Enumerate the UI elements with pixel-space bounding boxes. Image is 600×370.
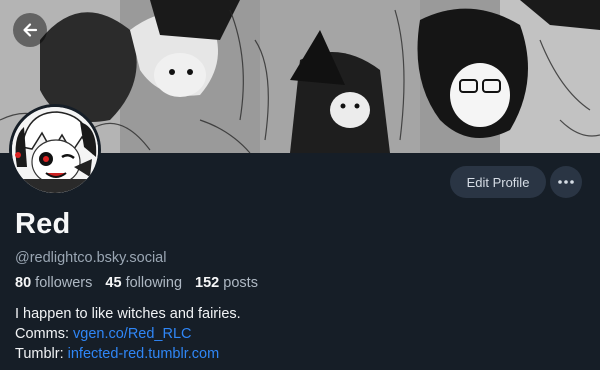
tumblr-label: Tumblr: (15, 346, 64, 362)
tumblr-link[interactable]: infected-red.tumblr.com (68, 346, 220, 362)
avatar[interactable] (9, 104, 101, 196)
followers-stat[interactable]: 80 followers (15, 275, 92, 291)
profile-bio: I happen to like witches and fairies. Co… (15, 304, 241, 364)
following-stat[interactable]: 45 following (105, 275, 182, 291)
followers-label: followers (35, 275, 93, 291)
posts-stat: 152 posts (195, 275, 258, 291)
display-name: Red (15, 208, 71, 240)
bio-line: I happen to like witches and fairies. (15, 306, 241, 322)
bio-comms-line: Comms: vgen.co/Red_RLC (15, 324, 241, 344)
profile-handle: @redlightco.bsky.social (15, 250, 167, 266)
more-options-button[interactable] (550, 166, 582, 198)
bio-tumblr-line: Tumblr: infected-red.tumblr.com (15, 344, 241, 364)
ellipsis-icon (558, 180, 574, 184)
following-count: 45 (105, 275, 122, 291)
avatar-image (12, 107, 98, 193)
comms-link[interactable]: vgen.co/Red_RLC (73, 326, 192, 342)
arrow-left-icon (23, 23, 38, 37)
followers-count: 80 (15, 275, 32, 291)
edit-profile-button[interactable]: Edit Profile (450, 166, 546, 198)
profile-stats: 80 followers 45 following 152 posts (15, 275, 267, 291)
comms-label: Comms: (15, 326, 69, 342)
posts-count: 152 (195, 275, 220, 291)
following-label: following (125, 275, 183, 291)
back-button[interactable] (13, 13, 47, 47)
profile-page: Edit Profile Red @redlightco.bsky.social… (0, 0, 600, 370)
posts-label: posts (223, 275, 258, 291)
edit-profile-label: Edit Profile (466, 174, 530, 190)
